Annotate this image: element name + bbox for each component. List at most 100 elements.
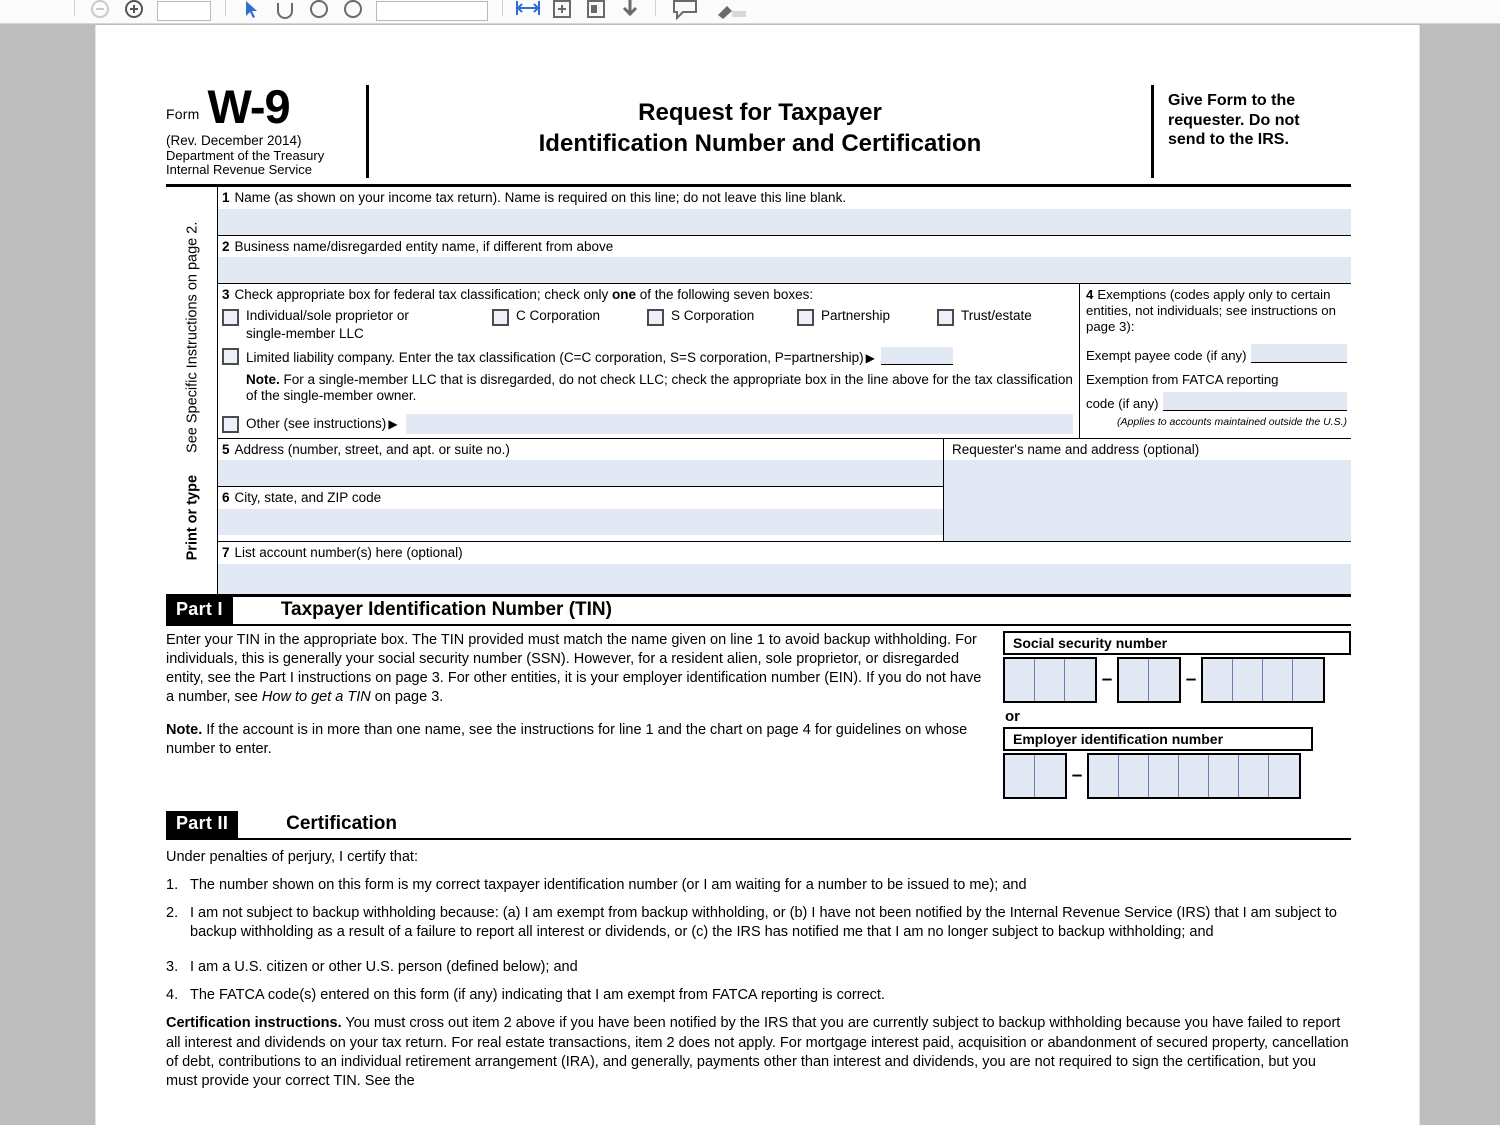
exempt-payee-code-input[interactable]	[1250, 344, 1347, 364]
part-1-note-bold: Note.	[166, 722, 203, 739]
ssn-cell[interactable]	[1293, 659, 1323, 702]
ein-cell[interactable]	[1209, 755, 1239, 798]
checkbox-llc-icon[interactable]	[222, 347, 239, 365]
checkbox-other-icon[interactable]	[222, 415, 239, 433]
ein-cell[interactable]	[1239, 755, 1269, 798]
toolbar-divider	[74, 0, 75, 16]
line-7-account-numbers: 7 List account number(s) here (optional)	[218, 542, 1351, 595]
form-title-block: Request for Taxpayer Identification Numb…	[366, 85, 1151, 178]
certification-instructions: Certification instructions. You must cro…	[166, 1014, 1351, 1091]
line-5-input[interactable]	[218, 460, 943, 487]
certification-item-text: The number shown on this form is my corr…	[190, 877, 1027, 894]
ssn-cell[interactable]	[1203, 659, 1233, 702]
ssn-dash-1: –	[1101, 669, 1113, 691]
give-form-line-3: send to the IRS.	[1168, 131, 1289, 149]
ssn-group-2[interactable]	[1117, 657, 1181, 704]
certification-item-text: I am not subject to backup withholding b…	[190, 905, 1337, 940]
ein-cell[interactable]	[1119, 755, 1149, 798]
zoom-in-icon[interactable]	[117, 0, 151, 21]
ein-cell[interactable]	[1035, 755, 1065, 798]
line-1-label: Name (as shown on your income tax return…	[234, 189, 847, 205]
ein-input-row[interactable]: –	[1003, 753, 1351, 800]
line-3-label-part1: Check appropriate box for federal tax cl…	[234, 287, 612, 303]
line-6-label: City, state, and ZIP code	[234, 490, 382, 506]
select-tool-icon[interactable]	[234, 0, 268, 21]
ssn-group-1[interactable]	[1003, 657, 1097, 704]
ssn-group-3[interactable]	[1201, 657, 1325, 704]
download-icon[interactable]	[613, 0, 647, 21]
certification-item-number: 2.	[166, 905, 179, 922]
llc-classification-input[interactable]	[880, 346, 953, 365]
form-number: W-9	[207, 80, 290, 133]
hand-tool-icon[interactable]	[268, 0, 302, 21]
checkbox-row-c-corporation[interactable]: C Corporation	[492, 308, 647, 327]
ein-cell[interactable]	[1269, 755, 1299, 798]
requester-input[interactable]	[944, 460, 1351, 542]
ssn-cell[interactable]	[1119, 659, 1149, 702]
checkbox-row-partnership[interactable]: Partnership	[797, 308, 937, 327]
checkbox-partnership-icon[interactable]	[797, 309, 814, 327]
ein-group-2[interactable]	[1087, 753, 1301, 800]
checkbox-row-s-corporation[interactable]: S Corporation	[647, 308, 797, 327]
checkbox-llc-label: Limited liability company. Enter the tax…	[246, 349, 864, 365]
ssn-cell[interactable]	[1233, 659, 1263, 702]
ein-group-1[interactable]	[1003, 753, 1067, 800]
part-1-paragraph-1: Enter your TIN in the appropriate box. T…	[166, 631, 983, 707]
ssn-cell[interactable]	[1035, 659, 1065, 702]
line-2-number: 2	[222, 238, 230, 254]
fatca-code-input[interactable]	[1162, 392, 1347, 412]
toolbar-divider-2	[225, 0, 226, 16]
checkbox-individual-icon[interactable]	[222, 309, 239, 327]
zoom-level-input[interactable]	[376, 1, 488, 21]
line-7-input[interactable]	[218, 564, 1351, 595]
ein-cell[interactable]	[1089, 755, 1119, 798]
other-classification-input[interactable]	[405, 413, 1073, 434]
ssn-cell[interactable]	[1149, 659, 1179, 702]
certification-item: 2. I am not subject to backup withholdin…	[166, 904, 1351, 942]
checkbox-s-corporation-icon[interactable]	[647, 309, 664, 327]
line-2-input[interactable]	[218, 257, 1351, 284]
part-2-title: Certification	[286, 813, 397, 835]
certification-item-text: The FATCA code(s) entered on this form (…	[190, 986, 885, 1003]
ssn-cell[interactable]	[1263, 659, 1293, 702]
line-1-input[interactable]	[218, 208, 1351, 235]
comment-icon[interactable]	[664, 0, 708, 21]
part-1-title: Taxpayer Identification Number (TIN)	[280, 599, 612, 621]
address-and-requester-row: 5 Address (number, street, and apt. or su…	[218, 438, 1351, 543]
give-form-notice: Give Form to the requester. Do not send …	[1151, 85, 1351, 178]
checkbox-trust-estate-icon[interactable]	[937, 309, 954, 327]
ein-dash: –	[1071, 765, 1083, 787]
checkbox-row-individual[interactable]: Individual/sole proprietor or	[222, 308, 492, 327]
dept-line-2: Internal Revenue Service	[166, 162, 312, 178]
part-2-intro: Under penalties of perjury, I certify th…	[166, 849, 418, 866]
add-page-icon[interactable]	[545, 0, 579, 21]
fatca-code-label-line-1: Exemption from FATCA reporting	[1086, 372, 1279, 388]
line-6-input[interactable]	[218, 509, 943, 536]
zoom-out-icon[interactable]	[83, 0, 117, 21]
checkbox-row-other[interactable]: Other (see instructions) ▶	[222, 413, 1073, 434]
give-form-line-1: Give Form to the	[1168, 92, 1296, 109]
fatca-code-row: code (if any)	[1086, 392, 1347, 412]
highlight-icon[interactable]	[708, 0, 756, 21]
line-3-label-part2: of the following seven boxes:	[635, 287, 814, 303]
checkbox-row-llc[interactable]: Limited liability company. Enter the tax…	[222, 346, 1073, 365]
checkbox-row-trust-estate[interactable]: Trust/estate	[937, 308, 1057, 327]
line-5-address: 5 Address (number, street, and apt. or su…	[218, 439, 943, 488]
ein-cell[interactable]	[1149, 755, 1179, 798]
w9-form: Form W-9 (Rev. December 2014) Department…	[166, 80, 1351, 1091]
zoom-select-icon[interactable]	[302, 0, 336, 21]
ssn-input-row[interactable]: – –	[1003, 657, 1351, 704]
extract-page-icon[interactable]	[579, 0, 613, 21]
ssn-cell[interactable]	[1005, 659, 1035, 702]
part-1-body: Enter your TIN in the appropriate box. T…	[166, 626, 1351, 800]
ein-cell[interactable]	[1179, 755, 1209, 798]
marquee-zoom-icon[interactable]	[336, 0, 370, 21]
fit-width-icon[interactable]	[511, 0, 545, 21]
part-1-para-1b: on page 3.	[370, 689, 444, 706]
line-1-number: 1	[222, 189, 230, 205]
checkbox-s-corporation-label: S Corporation	[671, 308, 755, 324]
page-number-input[interactable]	[157, 1, 211, 21]
checkbox-c-corporation-icon[interactable]	[492, 309, 509, 327]
ein-cell[interactable]	[1005, 755, 1035, 798]
ssn-cell[interactable]	[1065, 659, 1095, 702]
